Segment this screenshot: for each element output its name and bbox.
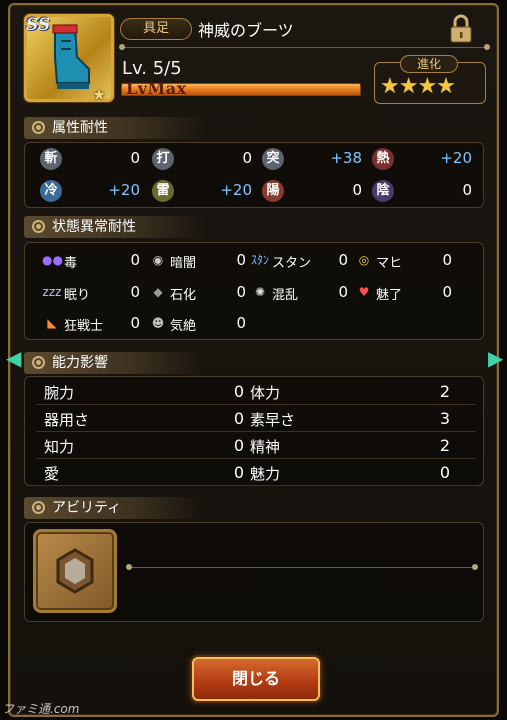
status-label: 気絶 [170, 319, 197, 334]
section-header-status: 状態異常耐性 [24, 216, 204, 238]
section-title: 属性耐性 [52, 120, 108, 136]
ability-value: 0 [233, 382, 244, 401]
status-label: 狂戦士 [64, 319, 104, 334]
prev-arrow-icon[interactable]: ◀ [6, 347, 21, 369]
divider-dot [126, 564, 132, 570]
status-label: マヒ [376, 256, 403, 271]
attribute-value: 0 [242, 149, 252, 167]
ability-value: 0 [233, 436, 244, 455]
level-text: Lv. 5/5 [122, 58, 182, 79]
status-label: 暗闇 [170, 256, 197, 271]
status-label: 混乱 [272, 288, 299, 303]
status-value: 0 [236, 283, 246, 301]
item-name: 神威のブーツ [198, 21, 294, 40]
ability-value: 2 [439, 382, 450, 401]
status-icon: ｽﾀﾝ [250, 253, 269, 267]
status-value: 0 [236, 314, 246, 332]
ability-label: 愛 [44, 465, 60, 483]
ability-label: 素早さ [250, 411, 296, 429]
section-header-skill: アビリティ [24, 497, 204, 519]
status-value: 0 [338, 283, 348, 301]
attribute-icon: 熱 [372, 148, 394, 170]
ability-label: 魅力 [250, 465, 281, 483]
attribute-value: +20 [220, 181, 252, 199]
section-title: 能力影響 [52, 355, 108, 371]
ability-value: 0 [233, 463, 244, 482]
status-label: 毒 [64, 256, 78, 271]
attribute-value: +38 [330, 149, 362, 167]
attribute-icon: 斬 [40, 148, 62, 170]
ability-value: 3 [439, 409, 450, 428]
next-arrow-icon[interactable]: ▶ [488, 347, 503, 369]
attribute-icon: 冷 [40, 180, 62, 202]
section-icon [32, 121, 45, 134]
ability-value: 2 [439, 436, 450, 455]
ability-label: 体力 [250, 384, 281, 402]
attribute-icon: 雷 [152, 180, 174, 202]
status-value: 0 [130, 251, 140, 269]
ability-value: 0 [233, 409, 244, 428]
status-value: 0 [130, 283, 140, 301]
section-icon [32, 356, 45, 369]
attribute-value: 0 [130, 149, 140, 167]
ability-label: 知力 [44, 438, 75, 456]
status-icon: ◆ [153, 285, 163, 299]
lock-icon[interactable] [448, 14, 474, 44]
status-icon: ♥ [358, 285, 370, 299]
ability-value: 0 [439, 463, 450, 482]
section-header-attribute: 属性耐性 [24, 117, 204, 139]
status-value: 0 [442, 251, 452, 269]
status-icon: ◉ [152, 253, 164, 267]
divider-dot [119, 44, 125, 50]
ability-label: 腕力 [44, 384, 75, 402]
watermark: ファミ通.com [2, 702, 80, 716]
header-divider [124, 47, 486, 48]
status-icon: ◣ [47, 316, 57, 330]
empty-ability-icon [56, 548, 94, 594]
attribute-value: 0 [462, 181, 472, 199]
rank-badge: SS [26, 15, 51, 35]
section-title: 状態異常耐性 [52, 219, 136, 235]
attribute-icon: 突 [262, 148, 284, 170]
section-title: アビリティ [52, 500, 122, 516]
section-icon [32, 501, 45, 514]
skill-divider [130, 567, 475, 568]
attribute-icon: 陰 [372, 180, 394, 202]
rarity-star-icon: ★ [92, 85, 107, 104]
ability-slot[interactable] [33, 529, 117, 613]
status-value: 0 [442, 283, 452, 301]
status-value: 0 [236, 251, 246, 269]
evolution-stars: ★★★★ [380, 74, 456, 99]
evolution-label: 進化 [400, 55, 458, 73]
status-icon: ●● [42, 253, 63, 267]
equipment-type-tag: 具足 [120, 18, 192, 40]
status-label: 魅了 [376, 288, 403, 303]
attribute-value: +20 [108, 181, 140, 199]
divider-dot [484, 44, 490, 50]
status-label: 石化 [170, 288, 197, 303]
attribute-value: +20 [440, 149, 472, 167]
section-header-ability: 能力影響 [24, 352, 204, 374]
attribute-value: 0 [352, 181, 362, 199]
ability-label: 器用さ [44, 411, 90, 429]
status-value: 0 [130, 314, 140, 332]
status-icon: ☻ [151, 316, 165, 330]
status-label: スタン [272, 256, 312, 271]
status-icon: ◎ [358, 253, 370, 267]
status-value: 0 [338, 251, 348, 269]
close-button[interactable]: 閉じる [192, 657, 320, 701]
attribute-icon: 陽 [262, 180, 284, 202]
ability-label: 精神 [250, 438, 281, 456]
status-label: 眠り [64, 288, 91, 303]
level-max-label: LvMax [126, 79, 187, 98]
section-icon [32, 220, 45, 233]
status-icon: ✺ [254, 285, 266, 299]
attribute-icon: 打 [152, 148, 174, 170]
status-icon: zzz [42, 285, 62, 299]
divider-dot [472, 564, 478, 570]
